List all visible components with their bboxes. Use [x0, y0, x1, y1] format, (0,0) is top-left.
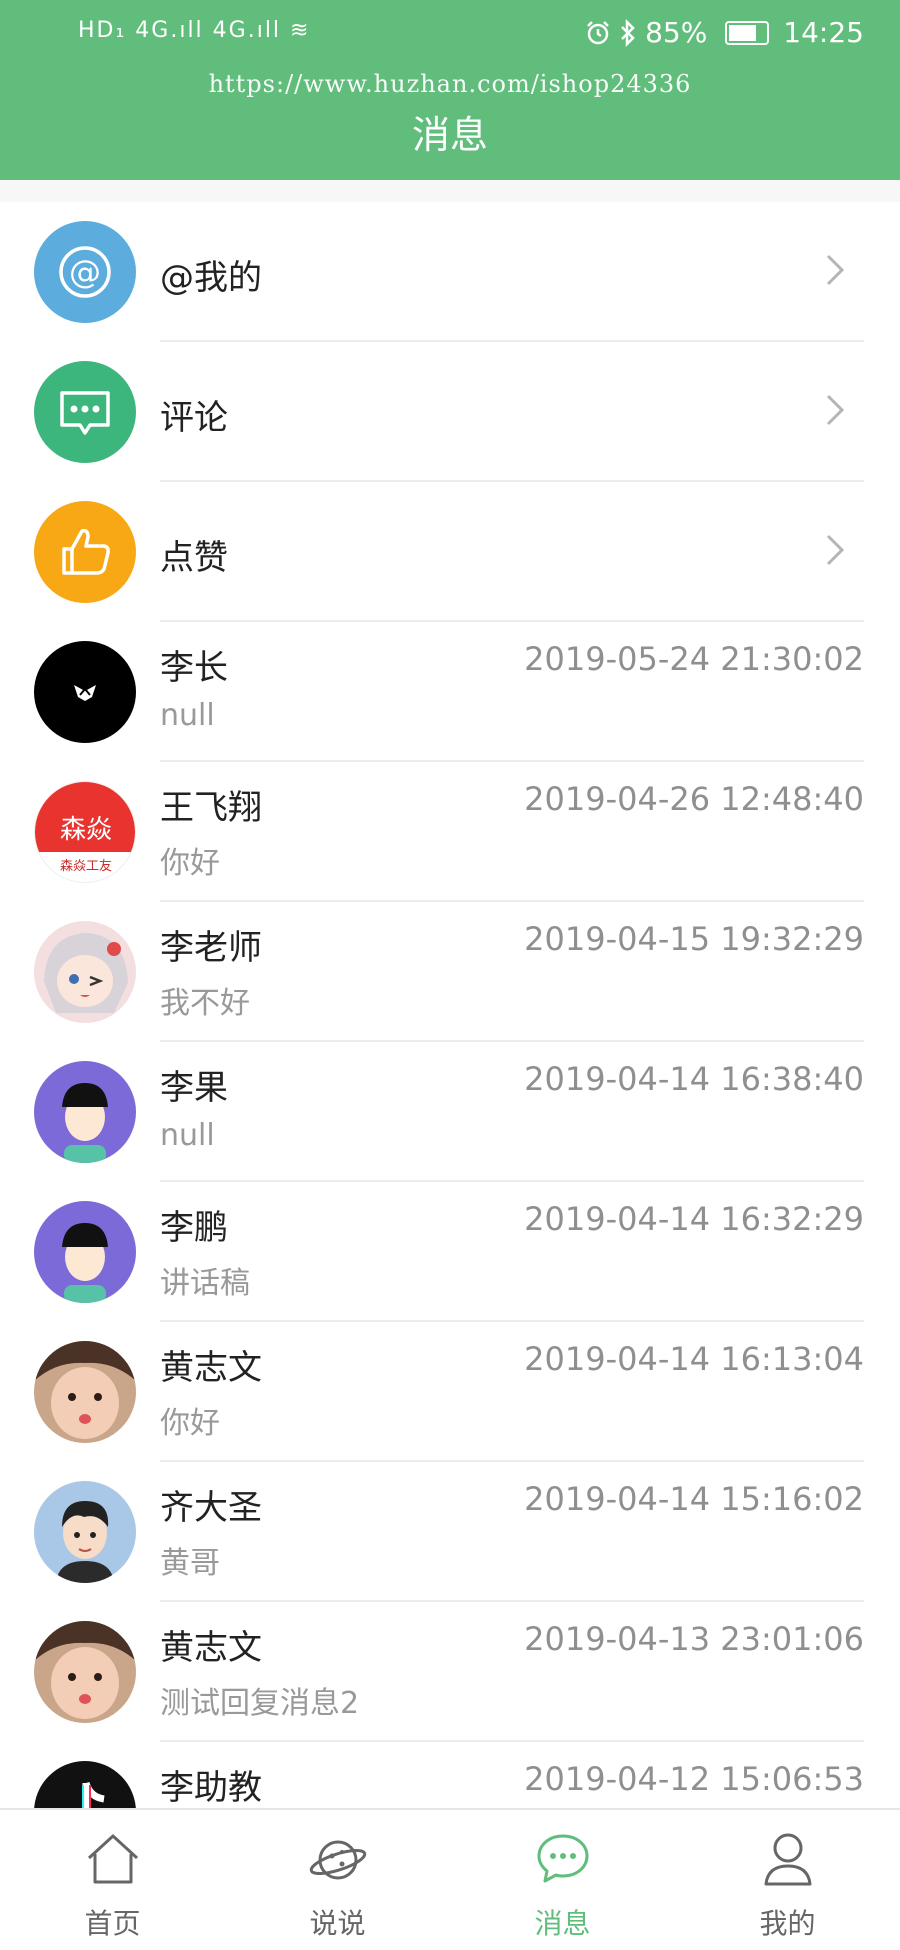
message-preview: 讲话稿 [160, 1266, 250, 1301]
avatar [34, 921, 136, 1023]
category-label: 评论 [160, 398, 228, 438]
conversation-row[interactable]: 李鹏 2019-04-14 16:32:29 讲话稿 [0, 1182, 900, 1322]
avatar-text: 森焱 [60, 815, 112, 845]
avatar [34, 1061, 136, 1163]
avatar [34, 1481, 136, 1583]
battery-icon [725, 20, 770, 45]
message-time: 2019-04-13 23:01:06 [524, 1620, 864, 1658]
tab-label: 我的 [759, 1907, 816, 1940]
conversation-row[interactable]: 森焱 森焱工友 王飞翔 2019-04-26 12:48:40 你好 [0, 762, 900, 902]
bluetooth-icon [621, 18, 635, 47]
message-time: 2019-04-14 16:38:40 [524, 1060, 864, 1098]
contact-name: 李果 [160, 1068, 228, 1108]
avatar-subtext: 森焱工友 [60, 858, 112, 874]
conversation-row[interactable]: 黄志文 2019-04-13 23:01:06 测试回复消息2 [0, 1602, 900, 1742]
message-preview: null [160, 698, 215, 733]
contact-name: 黄志文 [160, 1628, 262, 1668]
message-preview: 我不好 [160, 986, 250, 1021]
page-title: 消息 [411, 113, 488, 157]
chevron-right-icon [826, 534, 845, 566]
alarm-icon [587, 20, 609, 44]
clock: 14:25 [783, 16, 864, 49]
user-icon [764, 1833, 811, 1886]
category-row-comments[interactable]: 评论 [0, 342, 900, 482]
avatar [34, 1341, 136, 1443]
tab-messages[interactable]: 消息 [450, 1810, 675, 1950]
status-right: 85% 14:25 [585, 16, 864, 49]
message-preview: 黄哥 [160, 1546, 220, 1581]
home-icon [87, 1834, 138, 1884]
contact-name: 李长 [160, 648, 228, 688]
message-preview: 你好 [160, 1406, 220, 1441]
planet-icon [309, 1840, 366, 1880]
avatar [34, 641, 136, 743]
tab-profile[interactable]: 我的 [675, 1810, 900, 1950]
conversation-row[interactable]: 齐大圣 2019-04-14 15:16:02 黄哥 [0, 1462, 900, 1602]
category-label: @我的 [160, 258, 262, 298]
contact-name: 黄志文 [160, 1348, 262, 1388]
category-row-likes[interactable]: 点赞 [0, 482, 900, 622]
tab-home[interactable]: 首页 [0, 1810, 225, 1950]
message-preview: 测试回复消息2 [160, 1686, 360, 1721]
category-label: 点赞 [160, 538, 228, 578]
bottom-tab-bar: 首页 说说 消息 我的 [0, 1808, 900, 1950]
message-time: 2019-04-14 16:32:29 [524, 1200, 864, 1238]
avatar: 森焱 森焱工友 [34, 781, 136, 883]
message-preview: null [160, 1118, 215, 1153]
tab-label: 说说 [309, 1907, 366, 1940]
message-icon [537, 1834, 588, 1883]
conversation-row[interactable]: 李果 2019-04-14 16:38:40 null [0, 1042, 900, 1182]
conversation-row[interactable]: 黄志文 2019-04-14 16:13:04 你好 [0, 1322, 900, 1462]
at-icon: @ [34, 221, 136, 323]
tab-label: 消息 [534, 1907, 591, 1940]
chevron-right-icon [826, 394, 845, 426]
contact-name: 李助教 [160, 1768, 262, 1808]
contact-name: 李鹏 [160, 1208, 228, 1248]
battery-fill [729, 24, 757, 41]
watermark-url: https://www.huzhan.com/ishop24336 [208, 70, 692, 98]
svg-text:@: @ [69, 253, 101, 291]
conversation-row[interactable]: 李老师 2019-04-15 19:32:29 我不好 [0, 902, 900, 1042]
message-time: 2019-05-24 21:30:02 [524, 640, 864, 678]
avatar [34, 1201, 136, 1303]
status-bar: HD₁ 4G.ıll 4G.ıll ≋ 85% 14:25 [0, 0, 900, 70]
comment-icon [34, 361, 136, 463]
network-indicators: HD₁ 4G.ıll 4G.ıll ≋ [78, 18, 311, 43]
message-time: 2019-04-15 19:32:29 [524, 920, 864, 958]
conversation-row[interactable]: 李长 2019-05-24 21:30:02 null [0, 622, 900, 762]
thumbs-up-icon [34, 501, 136, 603]
message-time: 2019-04-14 15:16:02 [524, 1480, 864, 1518]
chevron-right-icon [826, 254, 845, 286]
contact-name: 李老师 [160, 928, 262, 968]
message-time: 2019-04-12 15:06:53 [524, 1760, 864, 1798]
category-row-mentions[interactable]: @ @我的 [0, 202, 900, 342]
contact-name: 王飞翔 [160, 788, 262, 828]
app-header: HD₁ 4G.ıll 4G.ıll ≋ 85% 14:25 https://ww… [0, 0, 900, 180]
contact-name: 齐大圣 [160, 1488, 262, 1528]
battery-percent: 85% [645, 16, 708, 49]
tab-label: 首页 [84, 1907, 141, 1940]
message-time: 2019-04-26 12:48:40 [524, 780, 864, 818]
avatar [34, 1621, 136, 1723]
message-preview: 你好 [160, 846, 220, 881]
tab-moments[interactable]: 说说 [225, 1810, 450, 1950]
message-time: 2019-04-14 16:13:04 [524, 1340, 864, 1378]
message-list: @ @我的 评论 点赞 李长 2019-05-24 21:30:02 null … [0, 202, 900, 1882]
